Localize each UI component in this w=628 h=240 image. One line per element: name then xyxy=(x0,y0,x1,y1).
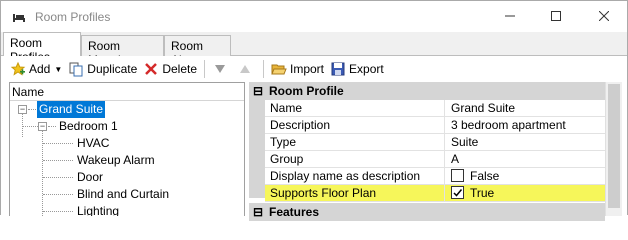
property-row-type[interactable]: Type Suite xyxy=(265,134,605,151)
close-icon xyxy=(598,10,610,24)
checkmark-icon xyxy=(453,189,463,197)
tree-body: − Grand Suite − Bedroom 1 HVAC Wakeup Al… xyxy=(10,101,244,216)
tree-item-label: Wakeup Alarm xyxy=(77,153,155,167)
tree-item-label: Lighting xyxy=(77,204,120,216)
category-label: Room Profile xyxy=(269,84,344,98)
collapse-icon[interactable]: − xyxy=(38,122,47,131)
add-label: Add xyxy=(29,62,51,76)
property-gutter xyxy=(249,100,265,198)
tree-item-label: Blind and Curtain xyxy=(77,187,170,201)
tab-room-alerts[interactable]: Room Alerts xyxy=(164,35,231,67)
minimize-button[interactable] xyxy=(487,1,533,32)
collapse-icon[interactable]: − xyxy=(18,105,27,114)
folder-open-icon xyxy=(271,61,287,77)
checkbox-label: False xyxy=(470,169,500,183)
save-icon xyxy=(330,61,346,77)
property-value[interactable]: A xyxy=(446,151,605,168)
property-grid: ⊟ Room Profile Name Grand Suite Descript… xyxy=(249,82,627,221)
property-row-display-name-as-description[interactable]: Display name as description False xyxy=(265,168,605,185)
minimize-icon xyxy=(505,10,515,24)
tree-item-hvac[interactable]: HVAC xyxy=(10,135,244,152)
duplicate-icon xyxy=(68,61,84,77)
room-tree[interactable]: Name − Grand Suite − Bedroom 1 HVAC Wake… xyxy=(9,82,245,216)
export-button[interactable]: Export xyxy=(327,58,387,80)
room-profiles-window: Room Profiles Room Profiles Room Mapping… xyxy=(0,0,628,221)
vertical-scrollbar[interactable] xyxy=(605,82,622,216)
arrow-down-icon xyxy=(212,61,228,77)
toolbar-separator xyxy=(263,60,264,78)
toolbar-separator xyxy=(204,60,205,78)
checkbox-label: True xyxy=(470,186,495,200)
close-button[interactable] xyxy=(581,1,627,32)
property-value[interactable]: 3 bedroom apartment xyxy=(446,117,605,134)
category-features[interactable]: ⊟ Features xyxy=(249,203,605,221)
tree-item-label: Door xyxy=(77,170,104,184)
duplicate-label: Duplicate xyxy=(87,62,138,76)
room-profiles-page: Add ▼ Duplicate Delete Import Export Nam… xyxy=(1,56,627,221)
checkbox-unchecked[interactable] xyxy=(451,169,464,182)
property-value[interactable]: Suite xyxy=(446,134,605,151)
export-label: Export xyxy=(349,62,384,76)
duplicate-button[interactable]: Duplicate xyxy=(65,58,140,80)
tree-item-grand-suite[interactable]: − Grand Suite xyxy=(10,101,244,118)
tree-header[interactable]: Name xyxy=(10,83,244,101)
maximize-icon xyxy=(551,10,561,24)
arrow-up-icon xyxy=(237,61,253,77)
property-value[interactable]: Grand Suite xyxy=(446,100,605,117)
move-down-button[interactable] xyxy=(209,58,234,80)
maximize-button[interactable] xyxy=(533,1,579,32)
delete-icon xyxy=(143,61,159,77)
property-name: Supports Floor Plan xyxy=(265,185,445,202)
toolbar: Add ▼ Duplicate Delete Import Export xyxy=(7,58,387,80)
tree-item-label: Grand Suite xyxy=(37,101,106,118)
checkbox-checked[interactable] xyxy=(451,186,464,199)
property-row-supports-floor-plan[interactable]: Supports Floor Plan True xyxy=(265,185,605,202)
tree-item-blind-and-curtain[interactable]: Blind and Curtain xyxy=(10,186,244,203)
add-button[interactable]: Add ▼ xyxy=(7,58,65,80)
property-row-group[interactable]: Group A xyxy=(265,151,605,168)
property-row-name[interactable]: Name Grand Suite xyxy=(265,100,605,117)
delete-label: Delete xyxy=(162,62,197,76)
tree-item-label: Bedroom 1 xyxy=(59,119,118,133)
property-name: Type xyxy=(265,134,445,151)
category-room-profile[interactable]: ⊟ Room Profile xyxy=(249,82,605,100)
category-label: Features xyxy=(269,205,320,219)
tree-item-bedroom-1[interactable]: − Bedroom 1 xyxy=(10,118,244,135)
property-name: Display name as description xyxy=(265,168,445,185)
property-row-description[interactable]: Description 3 bedroom apartment xyxy=(265,117,605,134)
tab-room-profiles[interactable]: Room Profiles xyxy=(3,32,81,64)
import-label: Import xyxy=(290,62,325,76)
property-name: Group xyxy=(265,151,445,168)
dropdown-arrow-icon[interactable]: ▼ xyxy=(54,65,62,74)
tab-room-mapping[interactable]: Room Mapping xyxy=(81,35,164,67)
property-value[interactable]: True xyxy=(446,185,605,202)
delete-button[interactable]: Delete xyxy=(140,58,200,80)
property-name: Description xyxy=(265,117,445,134)
property-name: Name xyxy=(265,100,445,117)
tree-item-wakeup-alarm[interactable]: Wakeup Alarm xyxy=(10,152,244,169)
property-value[interactable]: False xyxy=(446,168,605,185)
title-bar[interactable]: Room Profiles xyxy=(1,1,627,32)
import-button[interactable]: Import xyxy=(268,58,327,80)
move-up-button[interactable] xyxy=(234,58,259,80)
tab-strip: Room Profiles Room Mapping Room Alerts xyxy=(1,32,627,67)
tree-item-lighting[interactable]: Lighting xyxy=(10,203,244,216)
tree-item-label: HVAC xyxy=(77,136,110,150)
window-title: Room Profiles xyxy=(35,9,111,24)
collapse-icon[interactable]: ⊟ xyxy=(253,82,263,100)
scrollbar-thumb[interactable] xyxy=(608,84,620,208)
collapse-icon[interactable]: ⊟ xyxy=(253,203,263,221)
bed-icon xyxy=(11,9,27,25)
add-icon xyxy=(10,61,26,77)
tree-item-door[interactable]: Door xyxy=(10,169,244,186)
